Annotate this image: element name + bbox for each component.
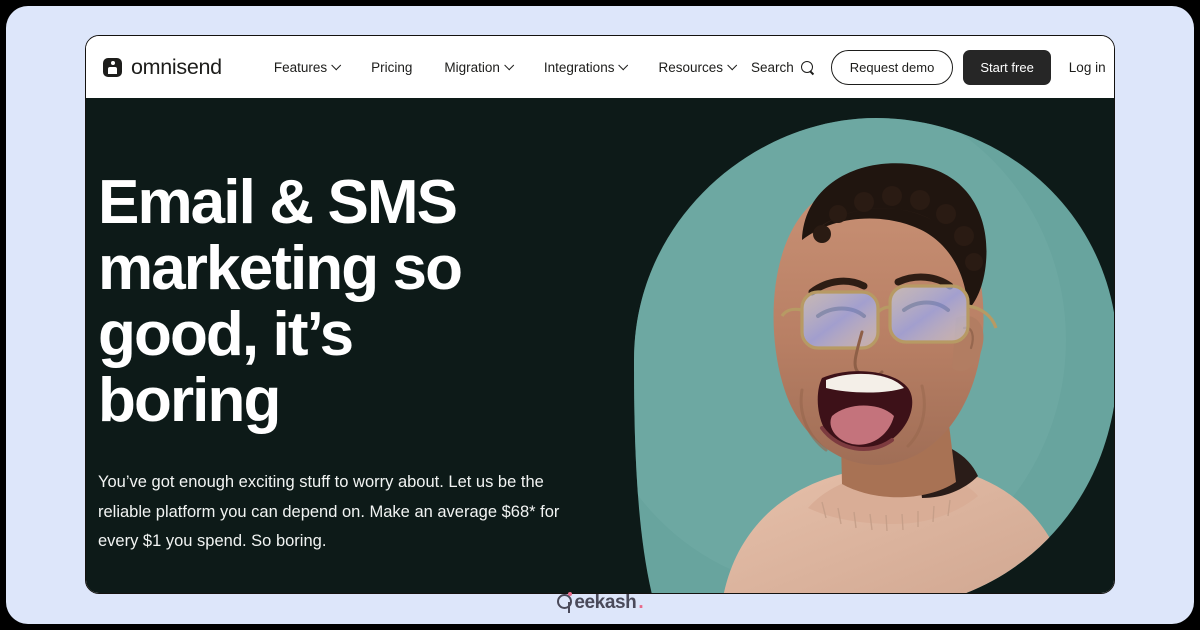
page-background: omnisend Features Pricing Migration Inte… xyxy=(6,6,1194,624)
chevron-down-icon xyxy=(727,59,738,70)
nav-item-label: Integrations xyxy=(543,59,615,75)
nav-links: Features Pricing Migration Integrations xyxy=(258,60,751,75)
hero-subcopy: You’ve got enough exciting stuff to worr… xyxy=(98,473,560,550)
watermark-text: eekash xyxy=(574,592,637,613)
search-icon xyxy=(800,60,814,74)
nav-item-label: Migration xyxy=(444,59,500,75)
search-label: Search xyxy=(750,59,794,75)
chevron-down-icon xyxy=(331,59,342,70)
nav-item-resources[interactable]: Resources xyxy=(642,60,751,75)
hero-copy: Email & SMS marketing so good, it’s bori… xyxy=(98,98,658,557)
request-demo-button[interactable]: Request demo xyxy=(830,49,954,85)
brand-logo[interactable]: omnisend xyxy=(103,55,222,80)
hero-section: Email & SMS marketing so good, it’s bori… xyxy=(86,98,1114,593)
chevron-down-icon xyxy=(618,59,629,70)
chevron-down-icon xyxy=(504,59,515,70)
laughing-man-with-glasses-photo xyxy=(634,118,1114,593)
nav-item-label: Pricing xyxy=(371,59,413,75)
omnisend-mark-icon xyxy=(103,57,122,77)
watermark: eekash . xyxy=(6,592,1194,614)
nav-item-label: Resources xyxy=(658,59,723,75)
brand-logo-text: omnisend xyxy=(131,54,222,79)
nav-item-integrations[interactable]: Integrations xyxy=(528,60,643,75)
nav-item-pricing[interactable]: Pricing xyxy=(355,60,428,75)
nav-item-features[interactable]: Features xyxy=(258,60,355,75)
nav-item-migration[interactable]: Migration xyxy=(428,60,528,75)
watermark-period: . xyxy=(638,592,644,613)
nav-actions: Search Request demo Start free Log in xyxy=(751,49,1114,85)
outer-frame: omnisend Features Pricing Migration Inte… xyxy=(0,0,1200,630)
search-button[interactable]: Search xyxy=(751,60,814,75)
page-title: Email & SMS marketing so good, it’s bori… xyxy=(98,168,463,435)
navigation-bar: omnisend Features Pricing Migration Inte… xyxy=(86,36,1114,98)
log-in-link[interactable]: Log in xyxy=(1069,60,1106,75)
nav-item-label: Features xyxy=(273,59,328,75)
browser-card: omnisend Features Pricing Migration Inte… xyxy=(85,35,1115,594)
start-free-button[interactable]: Start free xyxy=(963,49,1051,85)
geekash-g-icon xyxy=(556,592,573,614)
